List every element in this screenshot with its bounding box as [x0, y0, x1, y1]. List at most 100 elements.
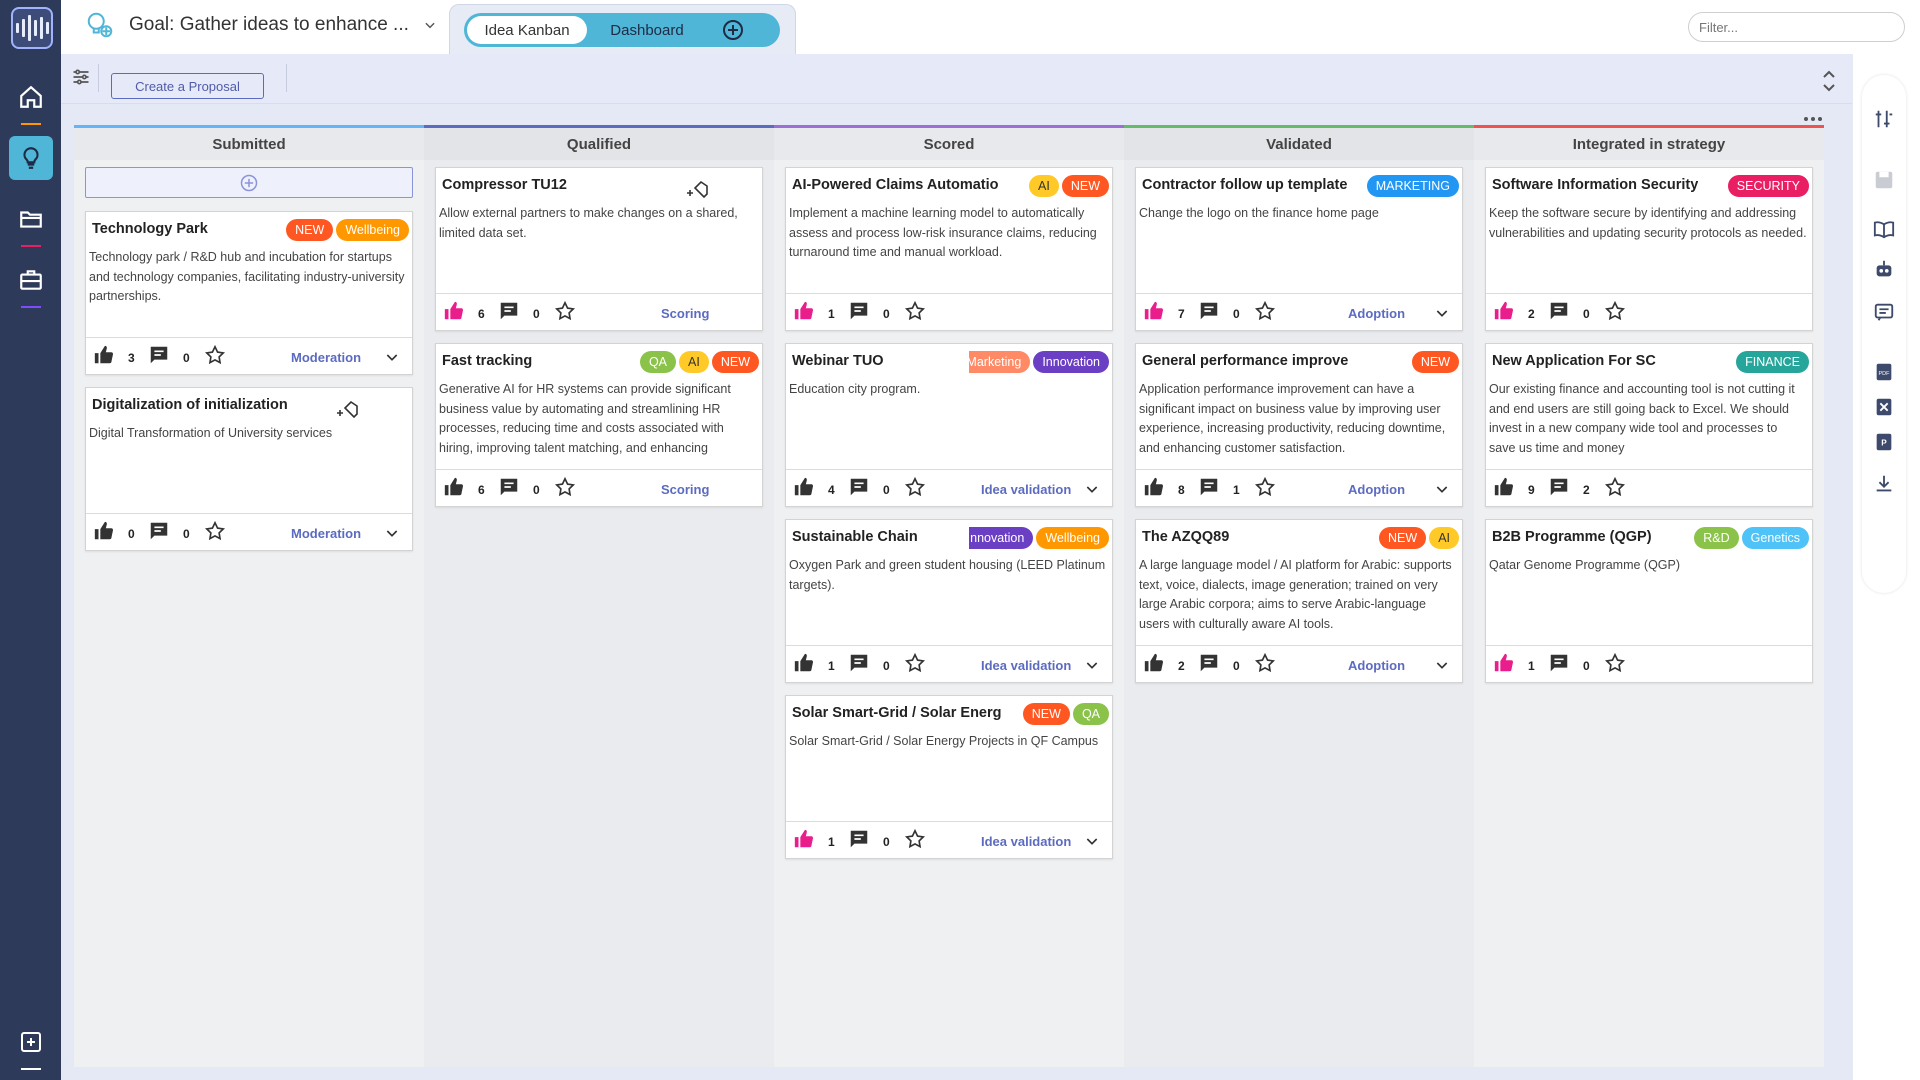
export-pdf-icon[interactable]: PDF [1872, 360, 1896, 384]
filter-input[interactable] [1688, 12, 1905, 42]
idea-card[interactable]: Webinar TUO Marketing Innovation Education … [785, 343, 1113, 507]
tab-dashboard[interactable]: Dashboard [587, 16, 707, 44]
star-icon[interactable] [1604, 300, 1626, 322]
thumbs-up-icon[interactable] [1493, 300, 1515, 322]
add-card-button[interactable] [85, 167, 413, 198]
collapse-expand-icon[interactable] [1821, 69, 1837, 98]
thumbs-up-icon[interactable] [443, 476, 465, 498]
card-title[interactable]: Software Information Security [1492, 177, 1698, 193]
card-title[interactable]: AI-Powered Claims Automatio [792, 177, 999, 193]
star-icon[interactable] [204, 344, 226, 366]
add-tag-icon[interactable] [336, 396, 360, 420]
idea-card[interactable]: Contractor follow up template MARKETING Ch… [1135, 167, 1463, 331]
thumbs-up-icon[interactable] [1143, 652, 1165, 674]
card-title[interactable]: Compressor TU12 [442, 177, 567, 193]
goal-selector[interactable]: Goal: Gather ideas to enhance ... [85, 10, 437, 40]
chevron-down-icon[interactable] [1084, 833, 1100, 849]
stage-link[interactable]: Adoption [1348, 658, 1405, 673]
star-icon[interactable] [554, 476, 576, 498]
idea-card[interactable]: B2B Programme (QGP) R&D Genetics Qatar Geno… [1485, 519, 1813, 683]
stage-link[interactable]: Scoring [661, 482, 709, 497]
star-icon[interactable] [904, 828, 926, 850]
card-title[interactable]: New Application For SC [1492, 353, 1656, 369]
comment-icon[interactable] [848, 300, 870, 322]
sort-tools-icon[interactable] [1872, 107, 1896, 131]
comment-icon[interactable] [1548, 300, 1570, 322]
stage-link[interactable]: Idea validation [981, 834, 1071, 849]
download-icon[interactable] [1872, 472, 1896, 496]
comment-icon[interactable] [1548, 476, 1570, 498]
thumbs-up-icon[interactable] [793, 476, 815, 498]
save-icon[interactable] [1872, 168, 1896, 192]
card-title[interactable]: The AZQQ89 [1142, 529, 1229, 545]
comment-icon[interactable] [1198, 300, 1220, 322]
book-icon[interactable] [1872, 217, 1896, 241]
chevron-down-icon[interactable] [1434, 657, 1450, 673]
comment-icon[interactable] [1198, 476, 1220, 498]
chevron-down-icon[interactable] [1434, 305, 1450, 321]
stage-link[interactable]: Scoring [661, 306, 709, 321]
add-square-icon[interactable] [9, 1020, 53, 1070]
message-list-icon[interactable] [1872, 300, 1896, 324]
star-icon[interactable] [1604, 652, 1626, 674]
card-title[interactable]: General performance improve [1142, 353, 1348, 369]
tab-idea-kanban[interactable]: Idea Kanban [467, 16, 587, 44]
stage-link[interactable]: Adoption [1348, 306, 1405, 321]
export-ppt-icon[interactable]: P [1872, 430, 1896, 454]
comment-icon[interactable] [848, 828, 870, 850]
ideas-lightbulb-icon[interactable] [9, 136, 53, 180]
chevron-down-icon[interactable] [1434, 481, 1450, 497]
thumbs-up-icon[interactable] [1493, 652, 1515, 674]
card-title[interactable]: Solar Smart-Grid / Solar Energ [792, 705, 1002, 721]
idea-card[interactable]: Compressor TU12 Allow external partners t… [435, 167, 763, 331]
idea-card[interactable]: New Application For SC FINANCE Our existin… [1485, 343, 1813, 507]
comment-icon[interactable] [148, 344, 170, 366]
thumbs-up-icon[interactable] [443, 300, 465, 322]
star-icon[interactable] [1604, 476, 1626, 498]
home-icon[interactable] [9, 75, 53, 125]
card-title[interactable]: Sustainable Chain [792, 529, 918, 545]
card-title[interactable]: B2B Programme (QGP) [1492, 529, 1652, 545]
stage-link[interactable]: Idea validation [981, 658, 1071, 673]
stage-link[interactable]: Idea validation [981, 482, 1071, 497]
comment-icon[interactable] [498, 476, 520, 498]
idea-card[interactable]: Sustainable Chain Innovation Wellbeing Oxyg… [785, 519, 1113, 683]
stage-link[interactable]: Adoption [1348, 482, 1405, 497]
card-title[interactable]: Fast tracking [442, 353, 532, 369]
add-tag-icon[interactable] [686, 176, 710, 200]
thumbs-up-icon[interactable] [93, 344, 115, 366]
idea-card[interactable]: Fast tracking QA AI NEW Generative AI for HR… [435, 343, 763, 507]
star-icon[interactable] [904, 300, 926, 322]
thumbs-up-icon[interactable] [1143, 300, 1165, 322]
star-icon[interactable] [1254, 300, 1276, 322]
create-proposal-button[interactable]: Create a Proposal [111, 73, 264, 99]
comment-icon[interactable] [498, 300, 520, 322]
idea-card[interactable]: Technology Park NEW Wellbeing Technology pa… [85, 211, 413, 375]
robot-icon[interactable] [1872, 257, 1896, 281]
star-icon[interactable] [904, 476, 926, 498]
idea-card[interactable]: Solar Smart-Grid / Solar Energ NEW QA Solar… [785, 695, 1113, 859]
app-logo-icon[interactable] [11, 7, 53, 49]
star-icon[interactable] [904, 652, 926, 674]
stage-link[interactable]: Moderation [291, 350, 361, 365]
comment-icon[interactable] [848, 476, 870, 498]
star-icon[interactable] [1254, 476, 1276, 498]
idea-card[interactable]: General performance improve NEW Applicatio… [1135, 343, 1463, 507]
thumbs-up-icon[interactable] [93, 520, 115, 542]
comment-icon[interactable] [848, 652, 870, 674]
stage-link[interactable]: Moderation [291, 526, 361, 541]
idea-card[interactable]: The AZQQ89 NEW AI A large language model / … [1135, 519, 1463, 683]
comment-icon[interactable] [1198, 652, 1220, 674]
settings-sliders-icon[interactable] [71, 67, 91, 92]
folder-icon[interactable] [9, 197, 53, 247]
star-icon[interactable] [554, 300, 576, 322]
card-title[interactable]: Technology Park [92, 221, 208, 237]
export-excel-icon[interactable] [1872, 395, 1896, 419]
thumbs-up-icon[interactable] [1493, 476, 1515, 498]
chevron-down-icon[interactable] [384, 525, 400, 541]
star-icon[interactable] [1254, 652, 1276, 674]
card-title[interactable]: Digitalization of initialization [92, 397, 288, 413]
thumbs-up-icon[interactable] [1143, 476, 1165, 498]
comment-icon[interactable] [148, 520, 170, 542]
chevron-down-icon[interactable] [384, 349, 400, 365]
